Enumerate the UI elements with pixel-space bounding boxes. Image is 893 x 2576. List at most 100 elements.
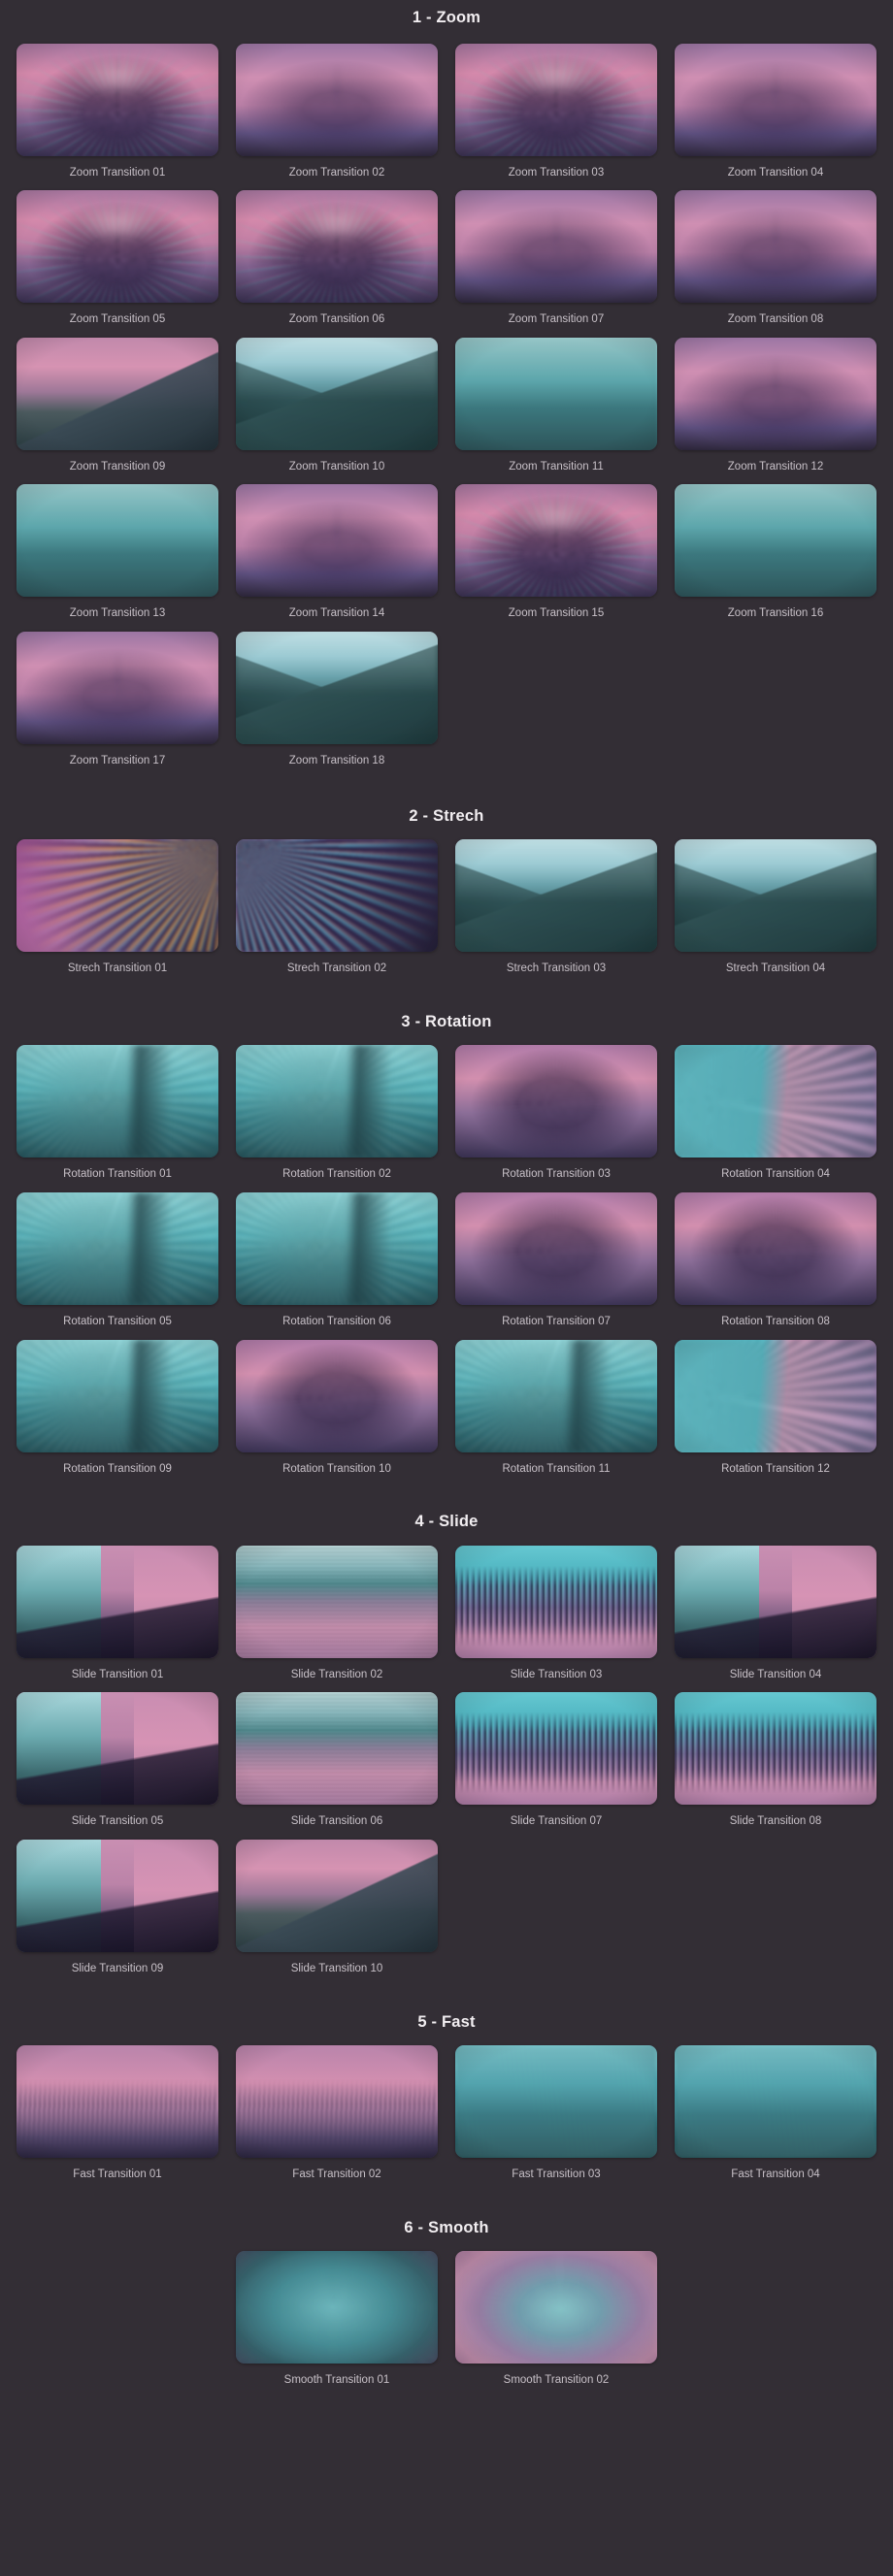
transition-card[interactable]: Rotation Transition 07 — [446, 1191, 666, 1328]
transition-card[interactable]: Zoom Transition 16 — [666, 484, 885, 620]
transition-card[interactable]: Zoom Transition 05 — [8, 190, 227, 326]
transition-preview-thumbnail[interactable] — [17, 1045, 218, 1158]
transition-card[interactable]: Rotation Transition 08 — [666, 1191, 885, 1328]
transition-card[interactable]: Rotation Transition 05 — [8, 1191, 227, 1328]
transition-preview-thumbnail[interactable] — [236, 43, 438, 156]
transition-preview-thumbnail[interactable] — [675, 484, 876, 598]
transition-preview-thumbnail[interactable] — [236, 632, 438, 745]
transition-card[interactable]: Strech Transition 01 — [8, 839, 227, 975]
transition-card[interactable]: Smooth Transition 01 — [227, 2251, 446, 2387]
transition-card[interactable]: Slide Transition 06 — [227, 1692, 446, 1828]
transition-preview-thumbnail[interactable] — [236, 2251, 438, 2364]
transition-preview-thumbnail[interactable] — [236, 839, 438, 953]
transition-preview-thumbnail[interactable] — [236, 337, 438, 450]
transition-preview-thumbnail[interactable] — [675, 2045, 876, 2159]
transition-card[interactable]: Fast Transition 02 — [227, 2045, 446, 2181]
transition-preview-thumbnail[interactable] — [455, 1692, 657, 1806]
transition-preview-thumbnail[interactable] — [455, 484, 657, 598]
transition-preview-thumbnail[interactable] — [236, 1045, 438, 1158]
transition-preview-thumbnail[interactable] — [675, 1045, 876, 1158]
transition-preview-thumbnail[interactable] — [17, 337, 218, 450]
transition-preview-thumbnail[interactable] — [455, 2251, 657, 2364]
transition-card[interactable]: Rotation Transition 04 — [666, 1045, 885, 1181]
transition-card[interactable]: Strech Transition 03 — [446, 839, 666, 975]
transition-card[interactable]: Zoom Transition 09 — [8, 337, 227, 473]
transition-preview-thumbnail[interactable] — [455, 337, 657, 450]
transition-preview-thumbnail[interactable] — [455, 839, 657, 953]
transition-card[interactable]: Zoom Transition 02 — [227, 43, 446, 179]
transition-preview-thumbnail[interactable] — [236, 1545, 438, 1658]
transition-preview-thumbnail[interactable] — [17, 1692, 218, 1806]
transition-card[interactable]: Strech Transition 04 — [666, 839, 885, 975]
transition-preview-thumbnail[interactable] — [17, 1545, 218, 1658]
transition-card[interactable]: Strech Transition 02 — [227, 839, 446, 975]
transition-card[interactable]: Zoom Transition 07 — [446, 190, 666, 326]
transition-preview-thumbnail[interactable] — [455, 2045, 657, 2159]
transition-preview-thumbnail[interactable] — [236, 1339, 438, 1452]
transition-card[interactable]: Rotation Transition 02 — [227, 1045, 446, 1181]
transition-preview-thumbnail[interactable] — [455, 43, 657, 156]
transition-preview-thumbnail[interactable] — [236, 1840, 438, 1953]
transition-preview-thumbnail[interactable] — [236, 1191, 438, 1305]
transition-card[interactable]: Rotation Transition 11 — [446, 1339, 666, 1476]
transition-card[interactable]: Zoom Transition 03 — [446, 43, 666, 179]
transition-preview-thumbnail[interactable] — [17, 43, 218, 156]
transition-preview-thumbnail[interactable] — [17, 1191, 218, 1305]
transition-card[interactable]: Rotation Transition 03 — [446, 1045, 666, 1181]
transition-preview-thumbnail[interactable] — [455, 1545, 657, 1658]
transition-card[interactable]: Zoom Transition 04 — [666, 43, 885, 179]
transition-card[interactable]: Rotation Transition 10 — [227, 1339, 446, 1476]
transition-card[interactable]: Slide Transition 05 — [8, 1692, 227, 1828]
transition-card[interactable]: Slide Transition 02 — [227, 1545, 446, 1681]
transition-card[interactable]: Zoom Transition 11 — [446, 337, 666, 473]
transition-card[interactable]: Slide Transition 10 — [227, 1840, 446, 1975]
transition-preview-thumbnail[interactable] — [17, 1840, 218, 1953]
transition-preview-thumbnail[interactable] — [675, 839, 876, 953]
transition-card[interactable]: Rotation Transition 06 — [227, 1191, 446, 1328]
transition-card[interactable]: Slide Transition 07 — [446, 1692, 666, 1828]
transition-preview-thumbnail[interactable] — [236, 1692, 438, 1806]
transition-preview-thumbnail[interactable] — [455, 1045, 657, 1158]
transition-card[interactable]: Fast Transition 03 — [446, 2045, 666, 2181]
transition-card[interactable]: Slide Transition 09 — [8, 1840, 227, 1975]
transition-card[interactable]: Zoom Transition 08 — [666, 190, 885, 326]
transition-card[interactable]: Rotation Transition 09 — [8, 1339, 227, 1476]
transition-preview-thumbnail[interactable] — [17, 632, 218, 745]
transition-preview-thumbnail[interactable] — [455, 190, 657, 304]
transition-card[interactable]: Zoom Transition 13 — [8, 484, 227, 620]
transition-preview-thumbnail[interactable] — [675, 190, 876, 304]
transition-preview-thumbnail[interactable] — [17, 1339, 218, 1452]
transition-card[interactable]: Slide Transition 03 — [446, 1545, 666, 1681]
transition-preview-thumbnail[interactable] — [675, 1339, 876, 1452]
transition-preview-thumbnail[interactable] — [17, 484, 218, 598]
transition-preview-thumbnail[interactable] — [675, 1545, 876, 1658]
transition-preview-thumbnail[interactable] — [675, 1692, 876, 1806]
transition-preview-thumbnail[interactable] — [675, 337, 876, 450]
transition-preview-thumbnail[interactable] — [236, 190, 438, 304]
transition-card[interactable]: Smooth Transition 02 — [446, 2251, 666, 2387]
transition-card[interactable]: Zoom Transition 18 — [227, 632, 446, 767]
transition-card[interactable]: Rotation Transition 01 — [8, 1045, 227, 1181]
transition-preview-thumbnail[interactable] — [17, 190, 218, 304]
transition-card[interactable]: Slide Transition 08 — [666, 1692, 885, 1828]
transition-card[interactable]: Slide Transition 04 — [666, 1545, 885, 1681]
transition-card[interactable]: Fast Transition 04 — [666, 2045, 885, 2181]
transition-preview-thumbnail[interactable] — [236, 2045, 438, 2159]
transition-card[interactable]: Zoom Transition 14 — [227, 484, 446, 620]
transition-card[interactable]: Zoom Transition 06 — [227, 190, 446, 326]
transition-card[interactable]: Slide Transition 01 — [8, 1545, 227, 1681]
transition-preview-thumbnail[interactable] — [455, 1191, 657, 1305]
transition-card[interactable]: Fast Transition 01 — [8, 2045, 227, 2181]
transition-card[interactable]: Zoom Transition 17 — [8, 632, 227, 767]
transition-preview-thumbnail[interactable] — [455, 1339, 657, 1452]
transition-preview-thumbnail[interactable] — [236, 484, 438, 598]
transition-card[interactable]: Zoom Transition 01 — [8, 43, 227, 179]
transition-preview-thumbnail[interactable] — [17, 2045, 218, 2159]
transition-card[interactable]: Rotation Transition 12 — [666, 1339, 885, 1476]
transition-preview-thumbnail[interactable] — [675, 1191, 876, 1305]
transition-preview-thumbnail[interactable] — [17, 839, 218, 953]
transition-card[interactable]: Zoom Transition 12 — [666, 337, 885, 473]
transition-card[interactable]: Zoom Transition 10 — [227, 337, 446, 473]
transition-card[interactable]: Zoom Transition 15 — [446, 484, 666, 620]
transition-preview-thumbnail[interactable] — [675, 43, 876, 156]
